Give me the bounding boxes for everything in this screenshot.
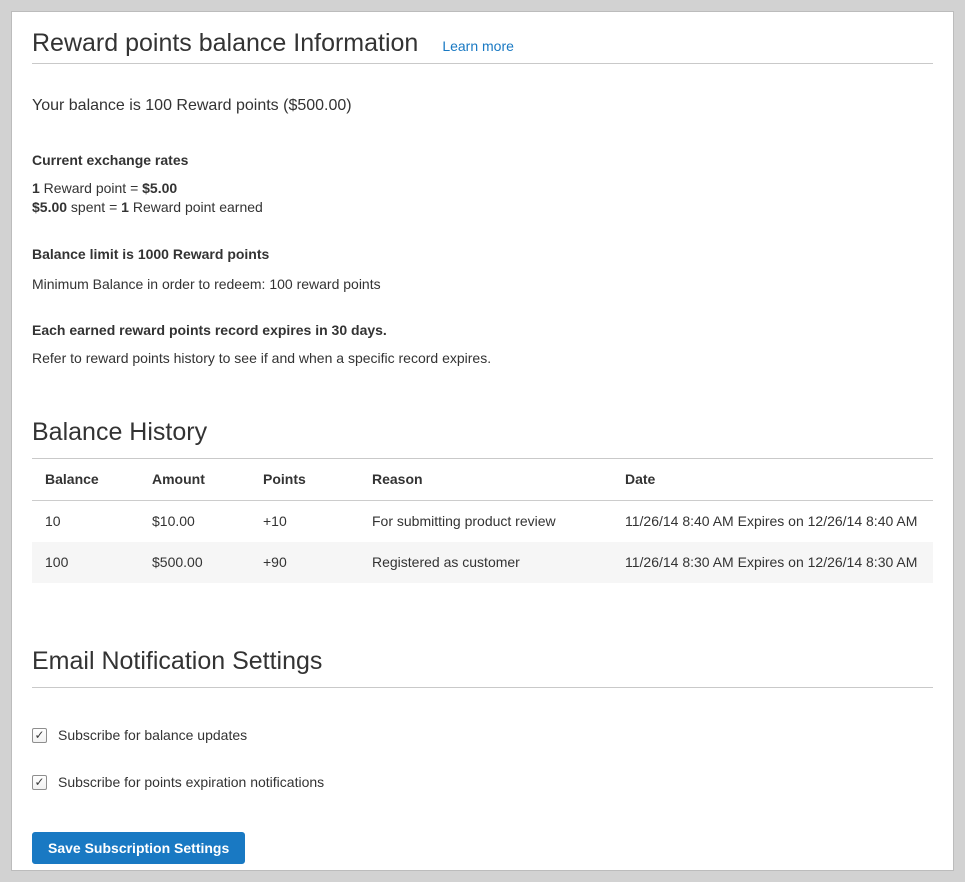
exchange-rates: 1 Reward point = $5.00 $5.00 spent = 1 R… [32, 179, 933, 217]
rate-spend-line: $5.00 spent = 1 Reward point earned [32, 198, 933, 217]
cell-date: 11/26/14 8:40 AM Expires on 12/26/14 8:4… [612, 501, 933, 543]
balance-summary: Your balance is 100 Reward points ($500.… [32, 95, 933, 117]
subscribe-balance-updates-row: ✓ Subscribe for balance updates [32, 727, 933, 744]
subscribe-expiration-row: ✓ Subscribe for points expiration notifi… [32, 774, 933, 791]
column-header-reason: Reason [359, 459, 612, 501]
table-header: Balance Amount Points Reason Date [32, 459, 933, 501]
cell-balance: 100 [32, 542, 139, 583]
cell-balance: 10 [32, 501, 139, 543]
cell-points: +10 [250, 501, 359, 543]
column-header-amount: Amount [139, 459, 250, 501]
rate-earn-points: 1 [32, 180, 40, 196]
balance-history-title: Balance History [32, 415, 933, 459]
rate-earn-line: 1 Reward point = $5.00 [32, 179, 933, 198]
exchange-rates-heading: Current exchange rates [32, 150, 933, 170]
balance-updates-label: Subscribe for balance updates [58, 727, 247, 744]
cell-amount: $500.00 [139, 542, 250, 583]
page-title: Reward points balance Information [32, 26, 418, 60]
rate-spend-amount: $5.00 [32, 199, 67, 215]
rate-spend-text: spent = [67, 199, 121, 215]
table-row: 10 $10.00 +10 For submitting product rev… [32, 501, 933, 543]
balance-updates-checkbox[interactable]: ✓ [32, 728, 47, 743]
expiry-heading: Each earned reward points record expires… [32, 320, 933, 340]
rate-earn-amount: $5.00 [142, 180, 177, 196]
rate-earn-text: Reward point = [40, 180, 142, 196]
email-settings-title: Email Notification Settings [32, 644, 933, 688]
balance-limit-heading: Balance limit is 1000 Reward points [32, 244, 933, 264]
column-header-points: Points [250, 459, 359, 501]
page-header: Reward points balance Information Learn … [32, 12, 933, 64]
cell-points: +90 [250, 542, 359, 583]
minimum-balance-note: Minimum Balance in order to redeem: 100 … [32, 274, 933, 294]
cell-reason: Registered as customer [359, 542, 612, 583]
expiration-notifications-label: Subscribe for points expiration notifica… [58, 774, 324, 791]
checkmark-icon: ✓ [34, 728, 44, 742]
checkmark-icon: ✓ [34, 775, 44, 789]
save-subscription-settings-button[interactable]: Save Subscription Settings [32, 832, 245, 864]
cell-date: 11/26/14 8:30 AM Expires on 12/26/14 8:3… [612, 542, 933, 583]
column-header-date: Date [612, 459, 933, 501]
rate-spend-suffix: Reward point earned [129, 199, 263, 215]
table-row: 100 $500.00 +90 Registered as customer 1… [32, 542, 933, 583]
column-header-balance: Balance [32, 459, 139, 501]
balance-history-table: Balance Amount Points Reason Date 10 $10… [32, 459, 933, 583]
page-background: { "colors": { "accent": "#1979c3", "text… [0, 0, 965, 882]
cell-amount: $10.00 [139, 501, 250, 543]
learn-more-link[interactable]: Learn more [442, 38, 514, 54]
expiration-notifications-checkbox[interactable]: ✓ [32, 775, 47, 790]
reward-points-card: Reward points balance Information Learn … [11, 11, 954, 871]
expiry-note: Refer to reward points history to see if… [32, 348, 933, 368]
cell-reason: For submitting product review [359, 501, 612, 543]
rate-spend-points: 1 [121, 199, 129, 215]
